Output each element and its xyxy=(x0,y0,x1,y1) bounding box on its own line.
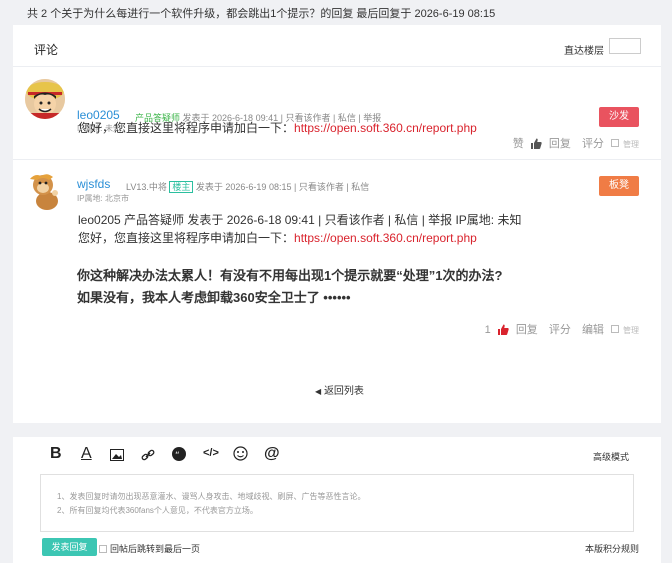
back-to-list[interactable]: ◀ 返回列表 xyxy=(315,382,364,397)
quote-icon[interactable]: “ xyxy=(172,447,186,466)
svg-text:“: “ xyxy=(175,451,180,461)
post-body: 您好，您直接这里将程序申请加白一下：https://open.soft.360.… xyxy=(78,119,477,136)
floor-badge: 板凳 xyxy=(599,176,639,196)
jump-floor-label: 直达楼层 xyxy=(564,46,604,57)
thumb-up-icon[interactable] xyxy=(530,138,542,152)
bold-icon[interactable]: B xyxy=(50,445,62,463)
post-time: 发表于 2026-6-19 08:15 xyxy=(195,182,292,192)
manage-checkbox[interactable] xyxy=(611,325,619,333)
user-level: LV13.中将 xyxy=(126,182,167,192)
jump-last-page-checkbox[interactable] xyxy=(99,545,107,553)
back-to-list-label: 返回列表 xyxy=(323,386,364,397)
image-icon[interactable] xyxy=(110,448,124,466)
post-text: 您好，您直接这里将程序申请加白一下： xyxy=(78,231,295,245)
notice-line-2: 2、所有回复均代表360fans个人意见，不代表官方立场。 xyxy=(57,506,258,515)
font-color-icon[interactable]: A xyxy=(81,445,92,463)
host-tag: 楼主 xyxy=(169,181,194,193)
code-icon[interactable]: </> xyxy=(203,447,219,459)
post-actions: 1 回复 评分 编辑 管理 xyxy=(481,321,639,338)
jump-last-page-label: 回帖后跳转到最后一页 xyxy=(110,544,201,554)
post-username[interactable]: wjsfds xyxy=(77,177,110,191)
manage-label: 管理 xyxy=(623,326,639,335)
credit-rules-link[interactable]: 本版积分规则 xyxy=(585,542,639,555)
submit-reply-button[interactable]: 发表回复 xyxy=(42,538,97,556)
post-bold-line-2: 如果没有，我本人考虑卸载360安全卫士了 •••••• xyxy=(77,290,351,305)
rate-link[interactable]: 评分 xyxy=(549,324,571,336)
post-text: 您好，您直接这里将程序申请加白一下： xyxy=(78,121,295,135)
jump-floor-input[interactable] xyxy=(609,38,641,54)
avatar[interactable] xyxy=(25,79,65,119)
reply-link[interactable]: 回复 xyxy=(516,324,538,336)
view-author-link[interactable]: 只看该作者 xyxy=(299,182,344,192)
post-meta: LV13.中将 楼主 发表于 2026-6-19 08:15 | 只看该作者 |… xyxy=(126,181,370,193)
divider xyxy=(13,159,661,160)
quote-line: leo0205 产品答疑师 发表于 2026-6-18 09:41 | 只看该作… xyxy=(78,213,522,227)
reply-textarea[interactable]: 1、发表回复时请勿出现恶意灌水、谩骂人身攻击、地域歧视、刷屏、广告等恶性言论。 … xyxy=(40,474,634,532)
advanced-mode-link[interactable]: 高级模式 xyxy=(593,450,629,463)
reply-link[interactable]: 回复 xyxy=(549,138,571,150)
comments-title: 评论 xyxy=(34,43,59,57)
report-url-link[interactable]: https://open.soft.360.cn/report.php xyxy=(294,231,477,245)
ip-location: IP属地: 北京市 xyxy=(77,194,130,203)
post-body: 您好，您直接这里将程序申请加白一下：https://open.soft.360.… xyxy=(78,229,477,246)
reply-editor: B A “ </> @ 高级模式 1、发表回复时请勿出现恶意灌水、谩骂人身攻击、… xyxy=(13,437,661,563)
floor-badge: 沙发 xyxy=(599,107,639,127)
smiley-icon[interactable] xyxy=(233,446,248,466)
manage-checkbox[interactable] xyxy=(611,139,619,147)
rate-link[interactable]: 评分 xyxy=(582,138,604,150)
jump-last-page-option[interactable]: 回帖后跳转到最后一页 xyxy=(99,542,200,555)
comments-header: 评论 直达楼层 xyxy=(13,25,661,65)
avatar-monkey-icon xyxy=(25,171,65,211)
link-icon[interactable] xyxy=(141,448,155,466)
like-label[interactable]: 赞 xyxy=(513,138,524,150)
post-actions: 赞 回复 评分 管理 xyxy=(509,135,639,152)
mention-icon[interactable]: @ xyxy=(264,445,280,463)
thumb-up-icon[interactable] xyxy=(497,324,509,338)
report-url-link[interactable]: https://open.soft.360.cn/report.php xyxy=(294,121,477,135)
manage-label: 管理 xyxy=(623,140,639,149)
message-link[interactable]: 私信 xyxy=(351,182,369,192)
like-count: 1 xyxy=(484,324,491,336)
notice-line-1: 1、发表回复时请勿出现恶意灌水、谩骂人身攻击、地域歧视、刷屏、广告等恶性言论。 xyxy=(57,492,366,501)
caret-left-icon: ◀ xyxy=(315,387,322,396)
avatar-luffy-icon xyxy=(25,79,65,119)
edit-link[interactable]: 编辑 xyxy=(582,324,604,336)
post-bold-line-1: 你这种解决办法太累人！有没有不用每出现1个提示就要“处理”1次的办法? xyxy=(77,268,503,283)
avatar[interactable] xyxy=(25,171,65,211)
thread-summary: 共 2 个关于为什么每进行一个软件升级，都会跳出1个提示？的回复 最后回复于 2… xyxy=(0,0,672,25)
comments-card: 评论 直达楼层 leo0205 产品答疑师 发表于 2026-6-18 09:4… xyxy=(13,25,661,423)
